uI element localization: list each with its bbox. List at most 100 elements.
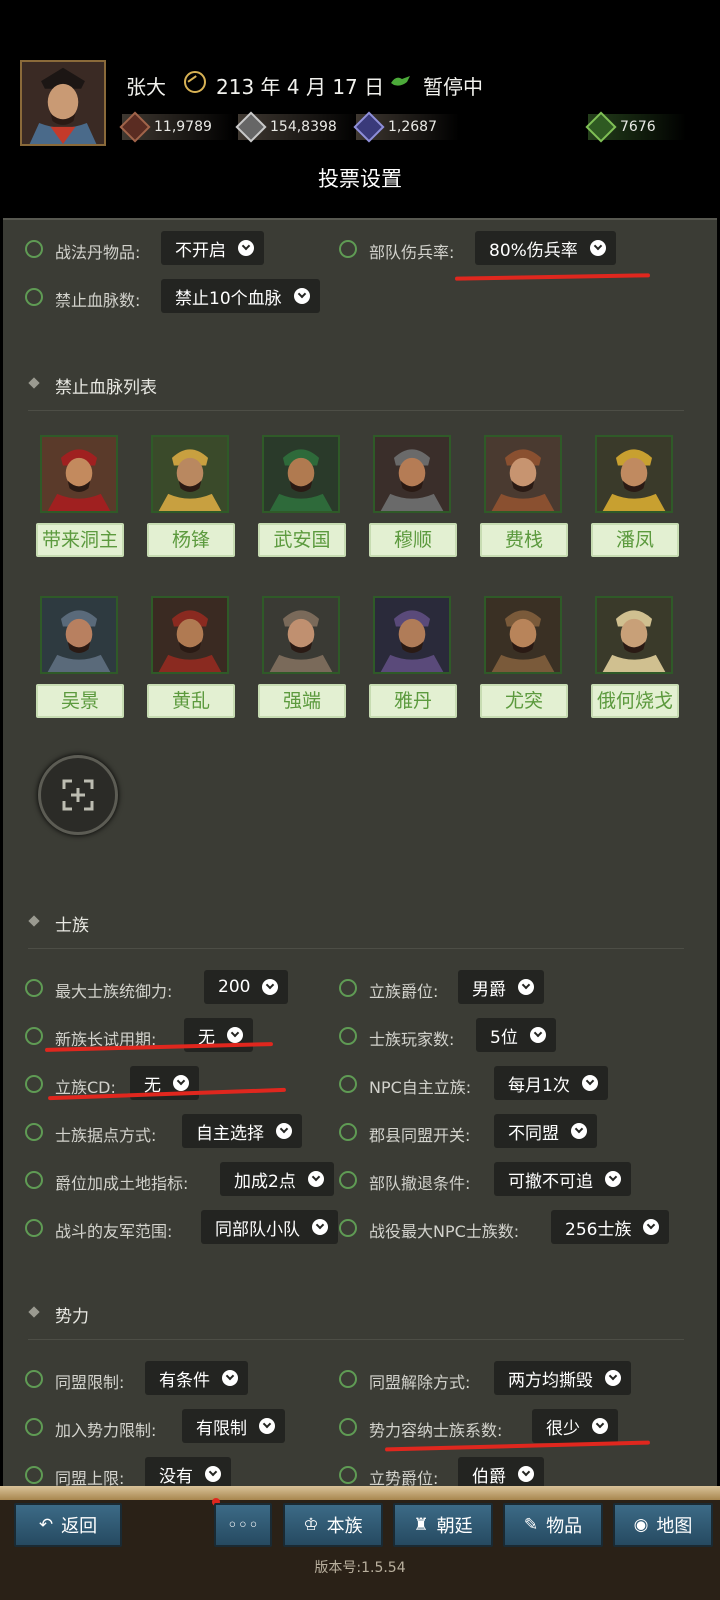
page-title: 投票设置 [318,167,402,191]
general-portrait[interactable] [595,596,673,674]
general-name-tag[interactable]: 强端 [258,684,346,718]
clan-button[interactable]: ♔ 本族 [283,1503,383,1547]
radio-power-4[interactable] [25,1466,43,1484]
dropdown-power-2[interactable]: 有限制 [182,1409,285,1443]
radio-clan-8[interactable] [25,1171,43,1189]
radio-power-5[interactable] [339,1466,357,1484]
dropdown-clan-9[interactable]: 可撤不可追 [494,1162,631,1196]
general-portrait[interactable] [40,435,118,513]
dropdown-clan-5[interactable]: 每月1次 [494,1066,608,1100]
radio-clan-6[interactable] [25,1123,43,1141]
court-button[interactable]: ♜ 朝廷 [393,1503,493,1547]
radio-zhanfadan[interactable] [25,240,43,258]
radio-clan-0[interactable] [25,979,43,997]
radio-power-0[interactable] [25,1370,43,1388]
radio-wounded-rate[interactable] [339,240,357,258]
dropdown-clan-0[interactable]: 200 [204,970,289,1004]
chevron-down-icon [238,240,254,256]
dropdown-clan-1[interactable]: 男爵 [458,970,544,1004]
chevron-down-icon [518,1466,534,1482]
chevron-down-icon [592,1418,608,1434]
money-bag-icon [585,111,617,143]
general-portrait[interactable] [484,435,562,513]
chevron-down-icon [227,1027,243,1043]
map-icon: ◉ [633,1515,649,1535]
chevron-down-icon [605,1171,621,1187]
more-icon: ◦◦◦ [227,1514,259,1536]
general-name-tag[interactable]: 潘凤 [591,523,679,557]
general-portrait[interactable] [373,596,451,674]
troops-icon [353,111,385,143]
setting-label: 立族爵位: [369,982,439,1001]
general-name-tag[interactable]: 费栈 [480,523,568,557]
chevron-down-icon [222,1370,238,1386]
radio-clan-4[interactable] [25,1075,43,1093]
dropdown-zhanfadan[interactable]: 不开启 [161,231,264,265]
general-name-tag[interactable]: 杨锋 [147,523,235,557]
radio-clan-10[interactable] [25,1219,43,1237]
section-title-clan: 士族 [55,916,89,936]
dropdown-clan-3[interactable]: 5位 [476,1018,556,1052]
setting-label: 郡县同盟开关: [369,1126,471,1145]
chevron-down-icon [173,1075,189,1091]
general-portrait[interactable] [40,596,118,674]
more-button[interactable]: ◦◦◦ [214,1503,272,1547]
chevron-down-icon [529,1027,546,1043]
radio-clan-3[interactable] [339,1027,357,1045]
add-bloodline-button[interactable] [38,755,118,835]
dropdown-clan-8[interactable]: 加成2点 [220,1162,334,1196]
general-portrait[interactable] [484,596,562,674]
resource-copper: 11,9789 [119,111,234,143]
radio-clan-5[interactable] [339,1075,357,1093]
general-name-tag[interactable]: 俄何烧戈 [591,684,679,718]
dropdown-power-1[interactable]: 两方均撕毁 [494,1361,631,1395]
radio-clan-11[interactable] [339,1219,357,1237]
dropdown-power-0[interactable]: 有条件 [145,1361,248,1395]
bottom-bar-frame [0,1486,720,1500]
general-name-tag[interactable]: 带来洞主 [36,523,124,557]
setting-label: 禁止血脉数: [55,291,141,310]
general-name-tag[interactable]: 雅丹 [369,684,457,718]
general-name-tag[interactable]: 黄乱 [147,684,235,718]
section-divider [28,1339,684,1340]
radio-clan-1[interactable] [339,979,357,997]
dropdown-clan-10[interactable]: 同部队小队 [201,1210,338,1244]
version-label: 版本号:1.5.54 [314,1560,406,1576]
general-name-tag[interactable]: 武安国 [258,523,346,557]
map-button[interactable]: ◉ 地图 [613,1503,713,1547]
dropdown-wounded-rate[interactable]: 80%伤兵率 [475,231,616,265]
setting-label: 势力容纳士族系数: [369,1421,503,1440]
general-portrait[interactable] [595,435,673,513]
radio-power-1[interactable] [339,1370,357,1388]
chevron-down-icon [589,240,606,256]
setting-label: 战法丹物品: [55,243,141,262]
items-button[interactable]: ✎ 物品 [503,1503,603,1547]
general-portrait[interactable] [373,435,451,513]
player-avatar[interactable] [20,60,106,146]
chevron-down-icon [518,979,534,995]
setting-label: 部队伤兵率: [369,243,455,262]
general-portrait[interactable] [262,596,340,674]
pause-status-icon [390,73,412,89]
radio-clan-7[interactable] [339,1123,357,1141]
general-name-tag[interactable]: 尤突 [480,684,568,718]
general-portrait[interactable] [262,435,340,513]
radio-clan-9[interactable] [339,1171,357,1189]
radio-power-3[interactable] [339,1418,357,1436]
section-title-power: 势力 [55,1307,89,1327]
general-portrait[interactable] [151,596,229,674]
general-name-tag[interactable]: 穆顺 [369,523,457,557]
dropdown-clan-7[interactable]: 不同盟 [494,1114,597,1148]
radio-clan-2[interactable] [25,1027,43,1045]
radio-power-2[interactable] [25,1418,43,1436]
general-name-tag[interactable]: 吴景 [36,684,124,718]
chevron-down-icon [205,1466,221,1482]
resource-gold: 7676 [585,111,686,143]
dropdown-clan-6[interactable]: 自主选择 [182,1114,302,1148]
dropdown-clan-11[interactable]: 256士族 [551,1210,670,1244]
radio-ban-bloodline-count[interactable] [25,288,43,306]
dropdown-power-3[interactable]: 很少 [532,1409,618,1443]
back-button[interactable]: ↶ 返回 [14,1503,122,1547]
dropdown-ban-bloodline-count[interactable]: 禁止10个血脉 [161,279,320,313]
general-portrait[interactable] [151,435,229,513]
